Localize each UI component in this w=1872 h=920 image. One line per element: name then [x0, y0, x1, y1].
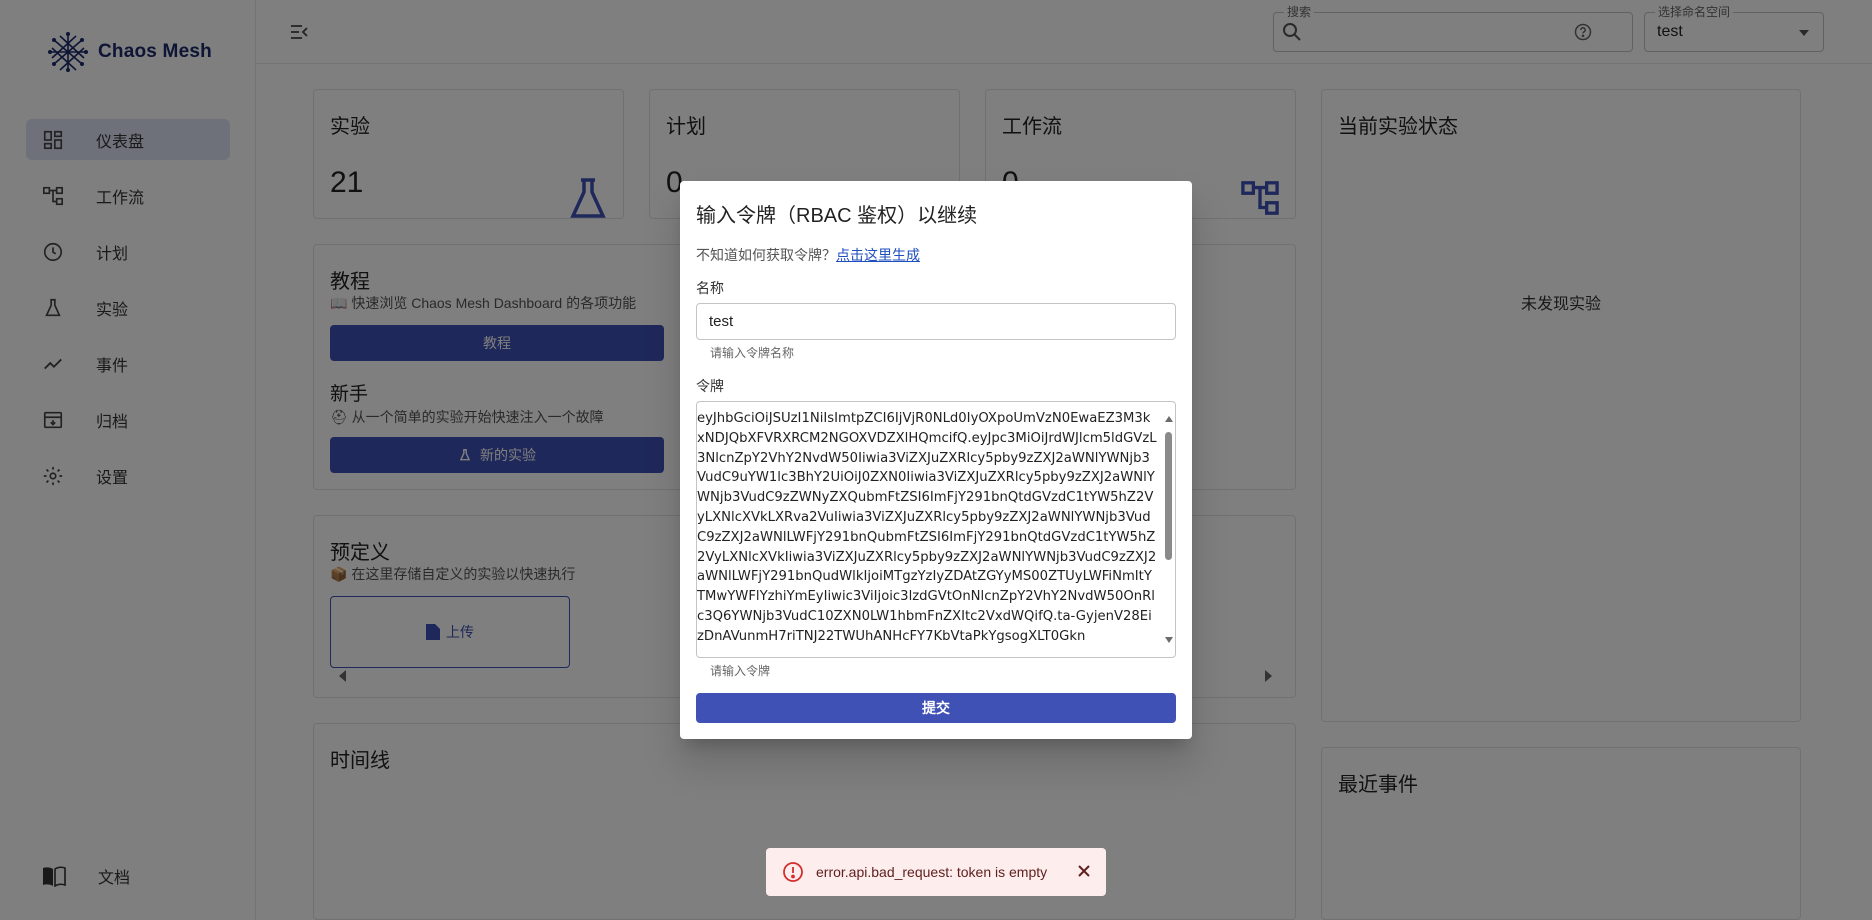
close-icon[interactable]	[1076, 863, 1092, 879]
dialog-hint: 不知道如何获取令牌？点击这里生成	[696, 245, 920, 265]
name-label: 名称	[696, 280, 724, 296]
token-name-value: test	[709, 313, 734, 330]
dialog-title: 输入令牌（RBAC 鉴权）以继续	[696, 205, 978, 227]
token-scrollbar[interactable]	[1164, 412, 1173, 647]
submit-label: 提交	[922, 700, 950, 716]
token-name-input[interactable]: test	[696, 303, 1176, 340]
token-helper: 请输入令牌	[710, 664, 771, 678]
scroll-down-icon[interactable]	[1165, 637, 1173, 643]
token-label: 令牌	[696, 378, 724, 394]
token-textarea[interactable]: eyJhbGciOiJSUzI1NiIsImtpZCI6IjVjR0NLd0Iy…	[696, 401, 1176, 658]
error-toast: error.api.bad_request: token is empty	[766, 848, 1106, 896]
token-dialog: 输入令牌（RBAC 鉴权）以继续 不知道如何获取令牌？点击这里生成 名称 tes…	[680, 181, 1192, 739]
token-value: eyJhbGciOiJSUzI1NiIsImtpZCI6IjVjR0NLd0Iy…	[697, 411, 1157, 644]
error-message: error.api.bad_request: token is empty	[816, 864, 1048, 880]
scrollbar-thumb[interactable]	[1165, 432, 1172, 560]
name-helper: 请输入令牌名称	[710, 346, 795, 360]
generate-token-link[interactable]: 点击这里生成	[836, 247, 920, 263]
dialog-hint-text: 不知道如何获取令牌？	[696, 247, 836, 263]
submit-button[interactable]: 提交	[696, 693, 1176, 723]
scroll-up-icon[interactable]	[1165, 416, 1173, 422]
error-icon	[783, 862, 803, 882]
